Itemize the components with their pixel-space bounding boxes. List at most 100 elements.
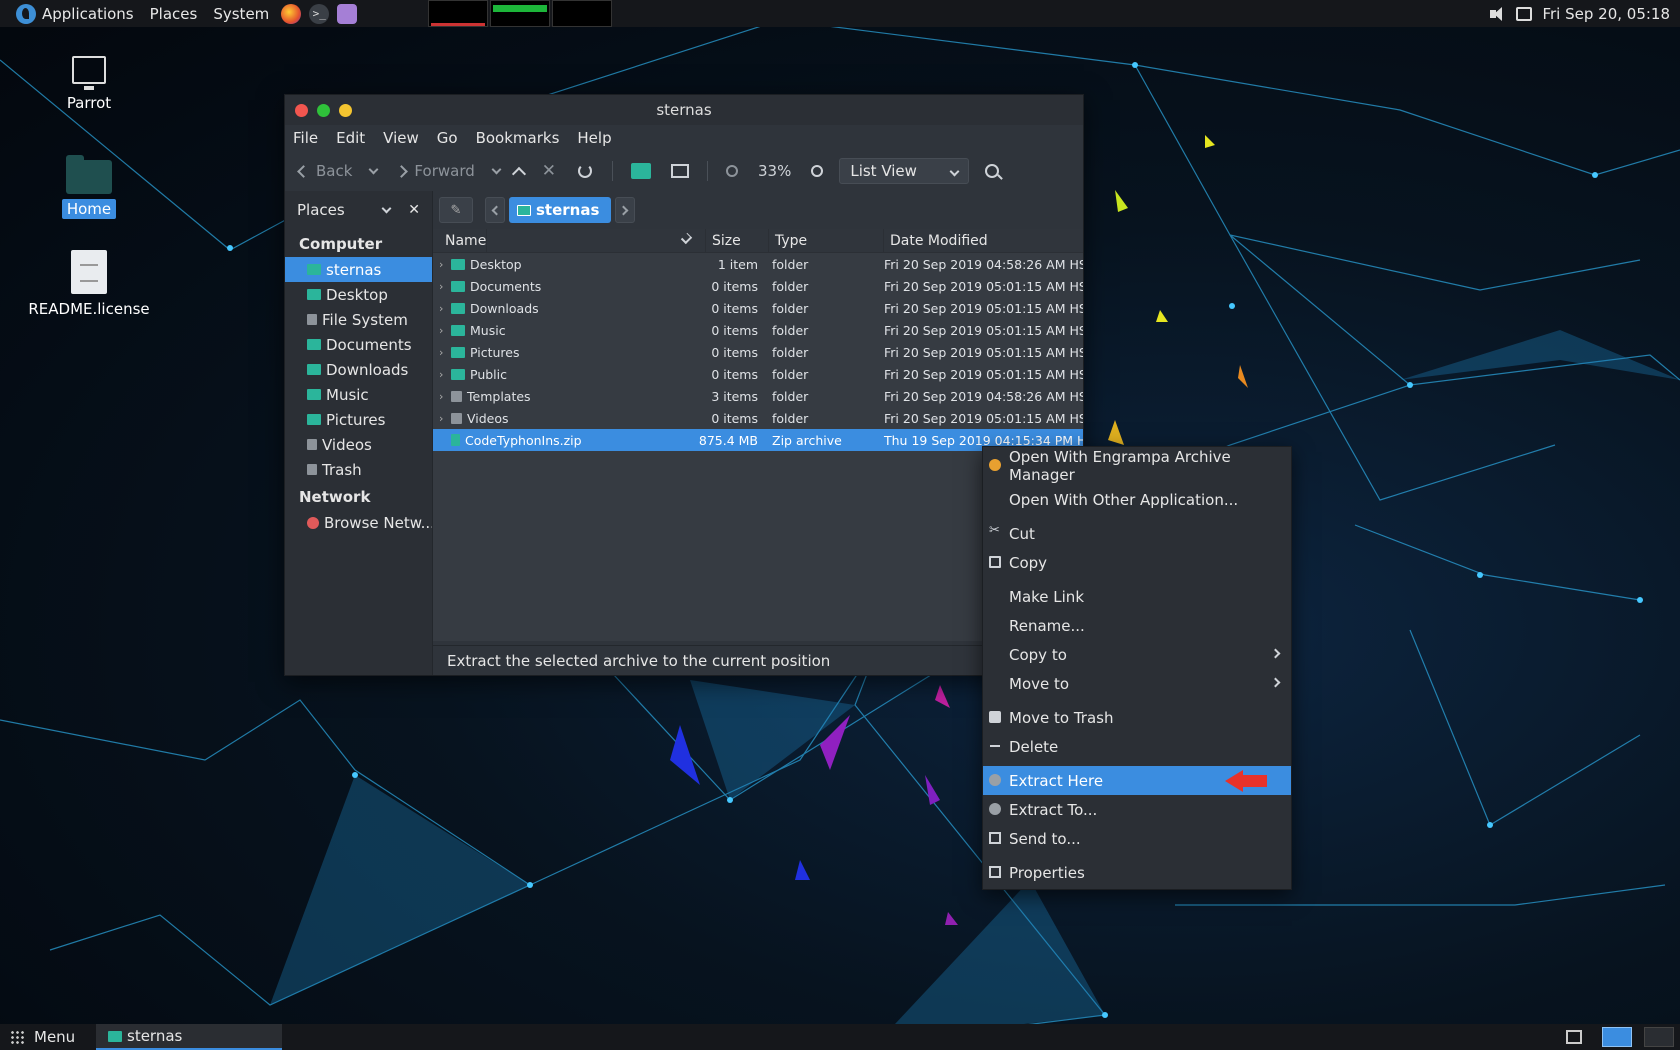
view-mode-select[interactable]: List View [839, 158, 970, 184]
desktop-icon-readme[interactable]: README.license [24, 250, 154, 318]
sidebar-item-videos[interactable]: Videos [285, 432, 432, 457]
applications-menu[interactable]: Applications [0, 0, 142, 27]
system-menu[interactable]: System [205, 0, 277, 27]
breadcrumb-sternas[interactable]: sternas [509, 197, 612, 223]
chevron-down-icon[interactable] [381, 203, 392, 213]
reload-icon[interactable] [578, 164, 592, 178]
sidebar-header-select[interactable]: Places [297, 201, 345, 219]
edit-location-button[interactable]: ✎ [439, 197, 473, 223]
menu-view[interactable]: View [383, 129, 419, 147]
minimize-window-button[interactable] [339, 103, 352, 117]
titlebar[interactable]: sternas [285, 95, 1083, 125]
sidebar-item-file-system[interactable]: File System [285, 307, 432, 332]
expand-icon[interactable]: › [439, 346, 451, 359]
table-row[interactable]: › Music 0 items folder Fri 20 Sep 2019 05:01… [433, 319, 1083, 341]
menu-item-copy-to[interactable]: Copy to [983, 640, 1291, 669]
column-size[interactable]: Size [706, 228, 769, 253]
menu-go[interactable]: Go [437, 129, 458, 147]
menu-item-move-to-trash[interactable]: Move to Trash [983, 703, 1291, 732]
back-button[interactable]: Back [293, 162, 352, 180]
menu-item-open-with-engrampa[interactable]: Open With Engrampa Archive Manager [983, 448, 1291, 484]
up-button[interactable] [511, 166, 526, 181]
expand-icon[interactable]: › [439, 412, 451, 425]
workspace-2[interactable] [1644, 1027, 1674, 1047]
notes-launcher-icon[interactable] [337, 3, 358, 24]
sidebar-item-pictures[interactable]: Pictures [285, 407, 432, 432]
places-menu[interactable]: Places [142, 0, 206, 27]
expand-icon[interactable]: › [439, 368, 451, 381]
places-menu-label: Places [149, 4, 198, 23]
terminal-launcher-icon[interactable]: >_ [309, 3, 330, 24]
workspace-1[interactable] [1602, 1027, 1632, 1047]
expand-icon[interactable]: › [439, 324, 451, 337]
menu-item-send-to[interactable]: Send to... [983, 824, 1291, 853]
zoom-out-icon[interactable] [726, 165, 738, 177]
path-back-button[interactable] [485, 197, 505, 223]
clock[interactable]: Fri Sep 20, 05:18 [1542, 5, 1670, 23]
column-date[interactable]: Date Modified [884, 229, 1083, 253]
file-size: 875.4 MB [698, 432, 758, 448]
menu-edit[interactable]: Edit [336, 129, 365, 147]
menu-item-move-to[interactable]: Move to [983, 669, 1291, 698]
volume-icon[interactable] [1490, 6, 1506, 21]
path-forward-button[interactable] [615, 197, 636, 223]
desktop-icon-home[interactable]: Home [24, 155, 154, 219]
sidebar-item-documents[interactable]: Documents [285, 332, 432, 357]
table-row[interactable]: › Downloads 0 items folder Fri 20 Sep 2019 0… [433, 297, 1083, 319]
file-date: Fri 20 Sep 2019 04:58:26 AM HST [884, 256, 1083, 272]
expand-icon[interactable]: › [439, 302, 451, 315]
home-folder-icon[interactable] [631, 163, 651, 179]
close-sidebar-icon[interactable]: ✕ [408, 202, 420, 218]
stop-icon[interactable]: ✕ [542, 161, 556, 181]
menu-help[interactable]: Help [577, 129, 611, 147]
system-monitor[interactable] [428, 0, 612, 27]
taskbar-item-sternas[interactable]: sternas [96, 1024, 282, 1050]
table-row[interactable]: › Pictures 0 items folder Fri 20 Sep 2019 05… [433, 341, 1083, 363]
sidebar-item-browse-network[interactable]: Browse Netw... [285, 510, 432, 535]
sidebar-item-downloads[interactable]: Downloads [285, 357, 432, 382]
forward-button[interactable]: Forward [393, 162, 475, 180]
menu-item-make-link[interactable]: Make Link [983, 582, 1291, 611]
maximize-window-button[interactable] [317, 103, 330, 117]
menu-item-extract-here[interactable]: Extract Here [983, 766, 1291, 795]
zoom-in-icon[interactable] [811, 165, 824, 177]
back-history-dropdown[interactable] [368, 164, 379, 174]
menu-item-rename[interactable]: Rename... [983, 611, 1291, 640]
menu-item-open-with-other[interactable]: Open With Other Application... [983, 485, 1291, 514]
main-menu-button[interactable]: Menu [0, 1028, 90, 1046]
parrot-logo-icon [16, 3, 36, 24]
table-row[interactable]: › Templates 3 items folder Fri 20 Sep 2019 0… [433, 385, 1083, 407]
menu-item-delete[interactable]: Delete [983, 732, 1291, 761]
sidebar-group-computer: Computer [299, 235, 383, 253]
column-name[interactable]: Name [433, 228, 706, 253]
column-type[interactable]: Type [769, 228, 884, 253]
menu-item-cut[interactable]: Cut [983, 519, 1291, 548]
menu-bookmarks[interactable]: Bookmarks [476, 129, 560, 147]
firefox-launcher-icon[interactable] [281, 3, 302, 24]
show-desktop-icon[interactable] [1566, 1030, 1582, 1044]
close-window-button[interactable] [295, 103, 308, 117]
folder-icon [307, 289, 321, 300]
forward-history-dropdown[interactable] [491, 164, 502, 174]
desktop-icon-parrot[interactable]: Parrot [24, 56, 154, 112]
computer-icon[interactable] [671, 164, 689, 178]
menu-item-copy[interactable]: Copy [983, 548, 1291, 577]
applications-menu-label: Applications [42, 4, 134, 23]
sidebar-item-desktop[interactable]: Desktop [285, 282, 432, 307]
sidebar-item-music[interactable]: Music [285, 382, 432, 407]
sidebar-item-trash[interactable]: Trash [285, 457, 432, 482]
table-row[interactable]: › Documents 0 items folder Fri 20 Sep 2019 0… [433, 275, 1083, 297]
trash-icon [307, 464, 317, 475]
search-icon[interactable] [985, 164, 1000, 178]
expand-icon[interactable]: › [439, 280, 451, 293]
expand-icon[interactable]: › [439, 258, 451, 271]
menu-item-properties[interactable]: Properties [983, 858, 1291, 887]
expand-icon[interactable]: › [439, 390, 451, 403]
display-icon[interactable] [1516, 6, 1533, 21]
menu-file[interactable]: File [293, 129, 318, 147]
sidebar-item-sternas[interactable]: sternas [285, 257, 432, 282]
table-row[interactable]: › Videos 0 items folder Fri 20 Sep 2019 05:0… [433, 407, 1083, 429]
table-row[interactable]: › Desktop 1 item folder Fri 20 Sep 2019 04:5… [433, 253, 1083, 275]
menu-item-extract-to[interactable]: Extract To... [983, 795, 1291, 824]
table-row[interactable]: › Public 0 items folder Fri 20 Sep 2019 05:0… [433, 363, 1083, 385]
